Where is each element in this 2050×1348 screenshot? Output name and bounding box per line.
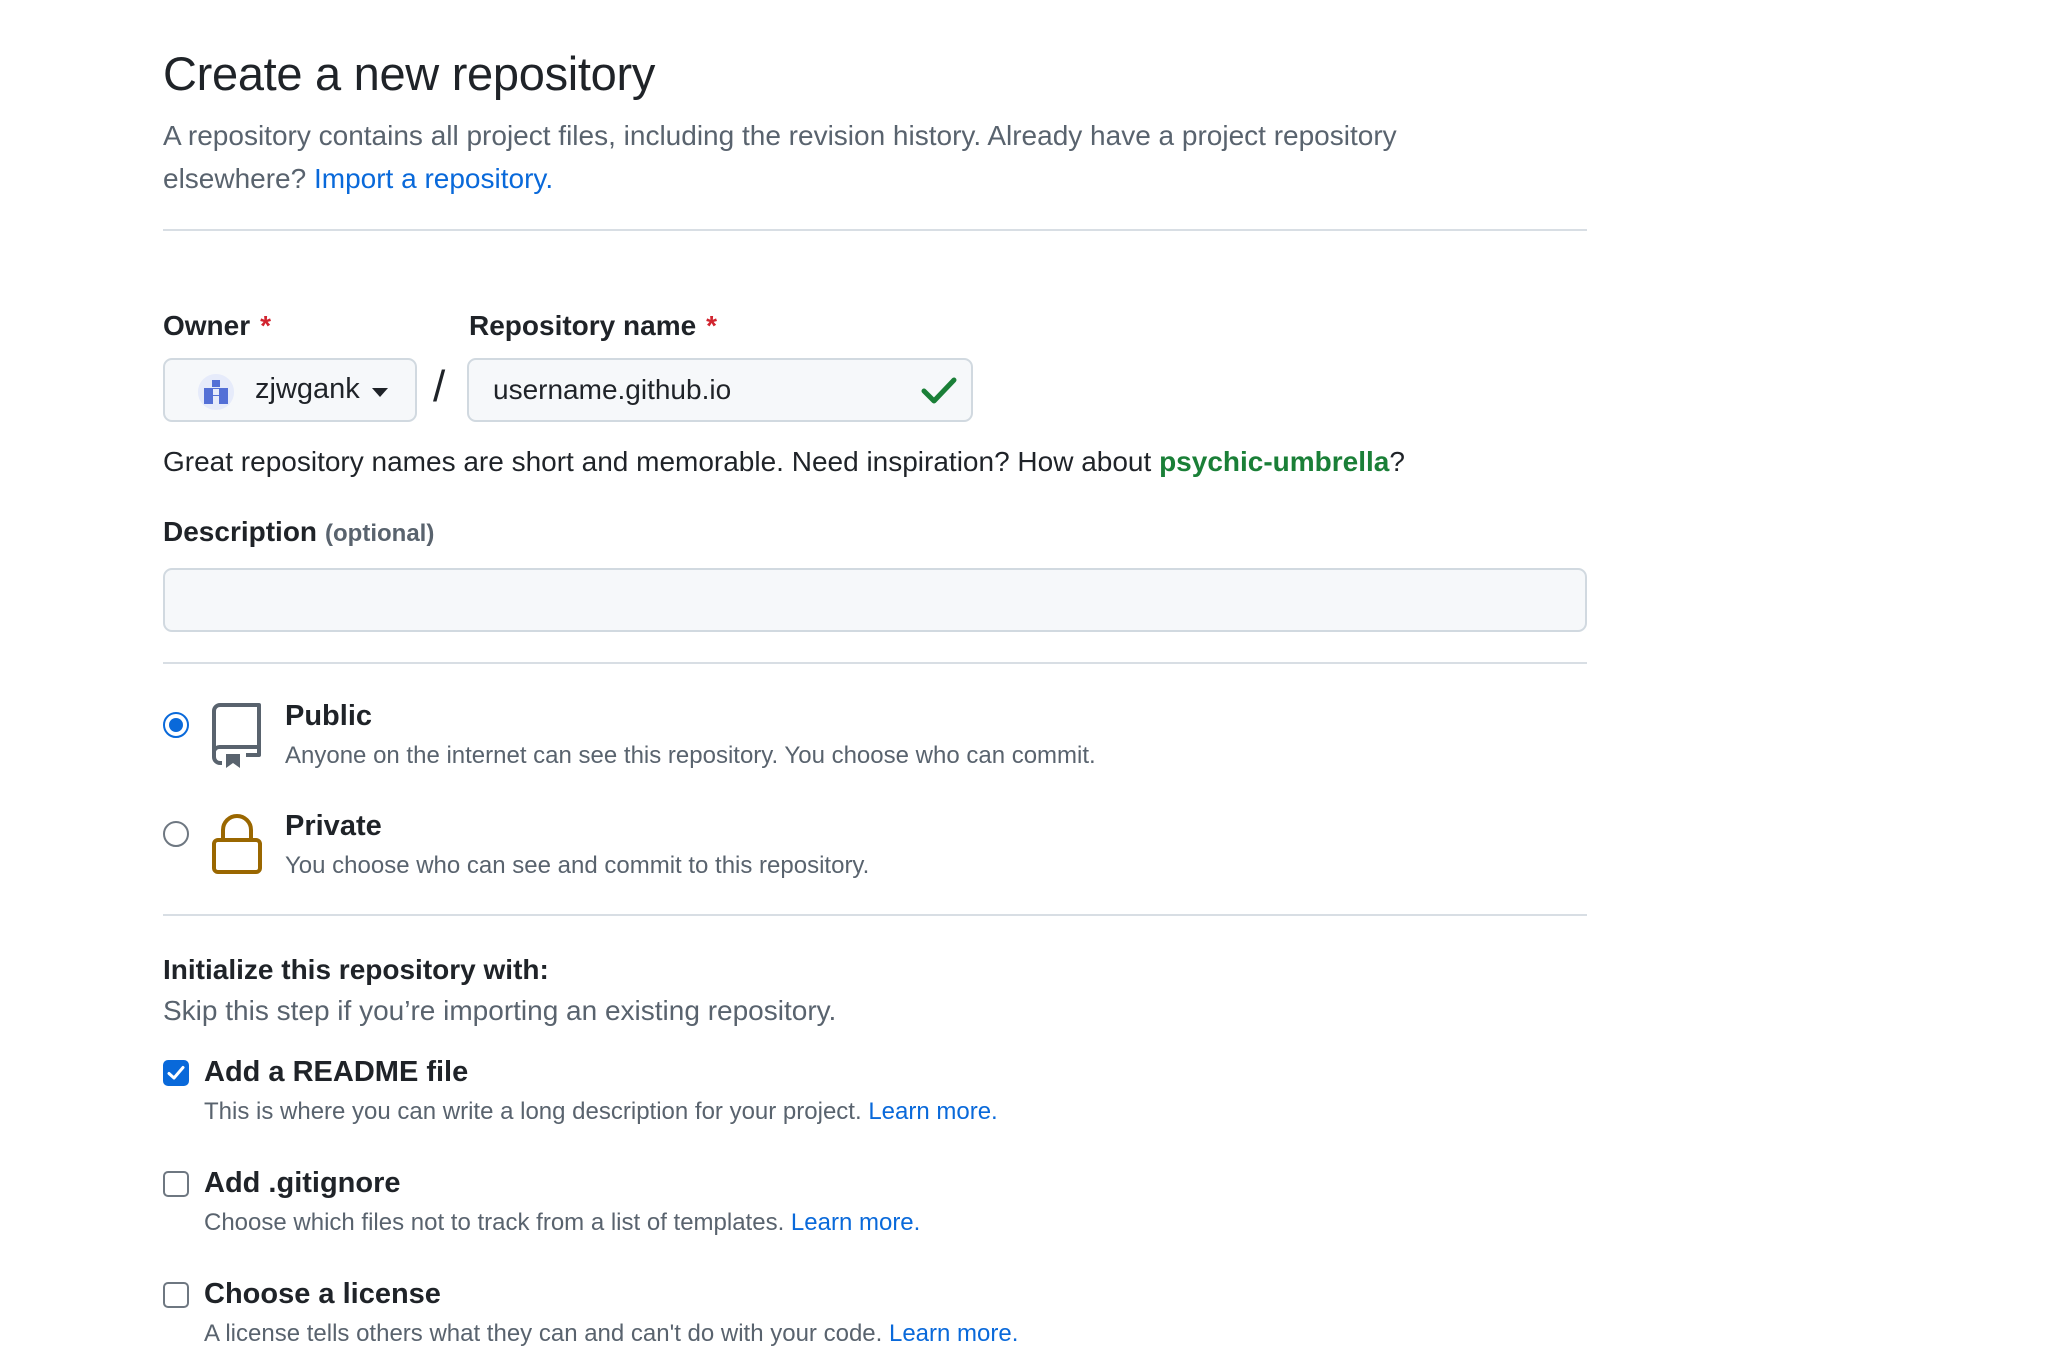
repo-name-hint-suffix: ? <box>1389 446 1405 477</box>
visibility-divider <box>163 914 1587 916</box>
repo-icon <box>212 703 261 768</box>
visibility-private-title: Private <box>285 810 382 842</box>
owner-label: Owner * <box>163 310 271 342</box>
description-label: Description (optional) <box>163 516 434 548</box>
owner-repo-separator: / <box>433 362 446 411</box>
page-subtitle: A repository contains all project files,… <box>163 114 1587 200</box>
owner-required-mark: * <box>260 310 272 341</box>
repo-name-label-text: Repository name <box>469 310 697 341</box>
readme-desc-text: This is where you can write a long descr… <box>204 1098 862 1125</box>
visibility-public-title: Public <box>285 700 373 732</box>
visibility-private-desc: You choose who can see and commit to thi… <box>285 852 870 879</box>
caret-down-icon <box>372 388 388 397</box>
owner-dropdown[interactable]: zjwgank <box>163 358 417 422</box>
description-input[interactable] <box>163 568 1587 632</box>
readme-learn-more-link[interactable]: Learn more. <box>868 1098 997 1125</box>
description-divider <box>163 662 1587 664</box>
repo-name-hint: Great repository names are short and mem… <box>163 446 1405 478</box>
gitignore-desc: Choose which files not to track from a l… <box>204 1209 920 1237</box>
description-label-text: Description <box>163 516 318 547</box>
page-title: Create a new repository <box>163 47 656 100</box>
repo-name-required-mark: * <box>706 310 718 341</box>
license-desc: A license tells others what they can and… <box>204 1320 1018 1348</box>
initialize-title: Initialize this repository with: <box>163 954 549 985</box>
initialize-subtitle: Skip this step if you’re importing an ex… <box>163 995 837 1026</box>
checkmark-icon <box>167 1066 185 1080</box>
owner-label-text: Owner <box>163 310 251 341</box>
gitignore-learn-more-link[interactable]: Learn more. <box>791 1209 920 1236</box>
readme-title: Add a README file <box>204 1056 469 1088</box>
gitignore-title: Add .gitignore <box>204 1167 401 1199</box>
repo-name-hint-text: Great repository names are short and mem… <box>163 446 1152 477</box>
avatar <box>198 374 234 410</box>
gitignore-desc-text: Choose which files not to track from a l… <box>204 1209 785 1236</box>
check-icon <box>921 377 957 404</box>
import-repository-link[interactable]: Import a repository. <box>314 163 553 194</box>
gitignore-checkbox[interactable] <box>163 1171 189 1197</box>
readme-desc: This is where you can write a long descr… <box>204 1098 998 1126</box>
owner-name: zjwgank <box>255 373 360 405</box>
name-suggestion-link[interactable]: psychic-umbrella <box>1159 446 1389 477</box>
license-learn-more-link[interactable]: Learn more. <box>889 1320 1018 1347</box>
description-optional-tag: (optional) <box>325 520 435 547</box>
license-title: Choose a license <box>204 1278 441 1310</box>
repo-name-input[interactable] <box>493 370 893 410</box>
subtitle-line2: elsewhere? <box>163 163 307 194</box>
visibility-private-radio[interactable] <box>163 821 189 847</box>
subtitle-line1: A repository contains all project files,… <box>163 120 1397 151</box>
lock-icon <box>212 814 262 874</box>
header-divider <box>163 229 1587 231</box>
license-checkbox[interactable] <box>163 1282 189 1308</box>
license-desc-text: A license tells others what they can and… <box>204 1320 883 1347</box>
repo-name-label: Repository name * <box>469 310 717 342</box>
repo-name-field <box>467 358 973 422</box>
readme-checkbox[interactable] <box>163 1060 189 1086</box>
avatar-identicon <box>198 374 234 410</box>
visibility-public-desc: Anyone on the internet can see this repo… <box>285 742 1096 769</box>
visibility-public-radio[interactable] <box>163 712 189 738</box>
